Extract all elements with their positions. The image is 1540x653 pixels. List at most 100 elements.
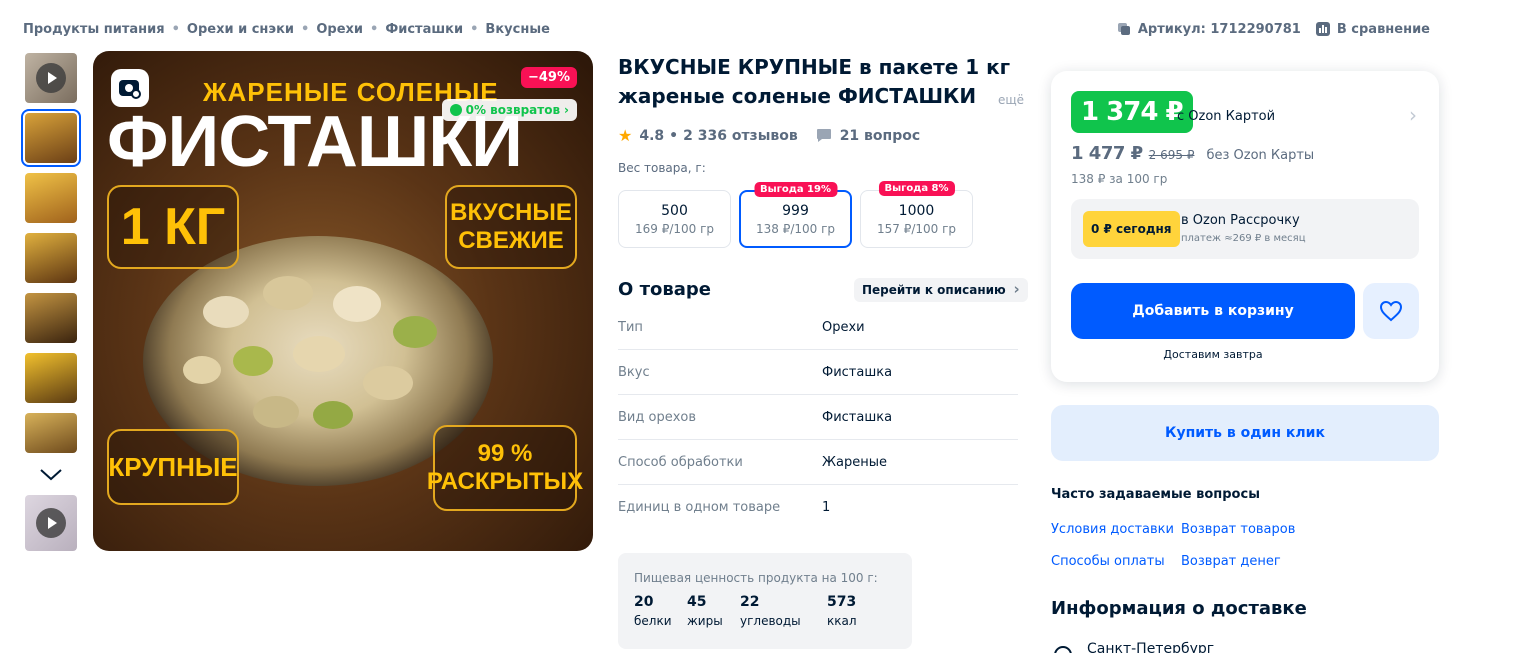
delivery-city[interactable]: Санкт-Петербург [1087, 641, 1214, 653]
sku-copy[interactable]: Артикул: 1712290781 [1116, 21, 1301, 37]
breadcrumb-item[interactable]: Орехи и снэки [187, 22, 294, 37]
regular-price: 1 477 ₽ [1071, 143, 1143, 164]
pistachio-graphic [263, 276, 313, 310]
installment-block[interactable]: 0 ₽ сегодня в Ozon Рассрочку платеж ≈269… [1071, 199, 1419, 259]
pistachio-graphic [253, 396, 299, 428]
nutrition-values: 20 белки 45 жиры 22 углеводы 573 ккал [634, 594, 896, 628]
spec-row: Способ обработки Жареные [618, 440, 1018, 485]
product-title: ВКУСНЫЕ КРУПНЫЕ в пакете 1 кг жареные со… [618, 55, 1011, 108]
nutrition-item: 20 белки [634, 594, 672, 628]
breadcrumb-item[interactable]: Орехи [316, 22, 363, 37]
product-main-image[interactable]: ЖАРЕНЫЕ СОЛЕНЫЕ ФИСТАШКИ 1 КГ ВКУСНЫЕ СВ… [93, 51, 593, 551]
returns-label: 0% возвратов [465, 103, 561, 117]
image-big-box: КРУПНЫЕ [107, 429, 239, 505]
benefit-badge: Выгода 8% [878, 181, 955, 196]
installment-today: 0 ₽ сегодня [1083, 211, 1180, 247]
nutrition-panel: Пищевая ценность продукта на 100 г: 20 б… [618, 553, 912, 649]
image-weight-box: 1 КГ [107, 185, 239, 269]
sku-label: Артикул: 1712290781 [1137, 21, 1301, 37]
spec-row: Единиц в одном товаре 1 [618, 485, 1018, 530]
nutrition-item: 573 ккал [827, 594, 867, 628]
benefit-badge: Выгода 19% [753, 182, 838, 197]
play-icon [36, 63, 66, 93]
nutrition-value: 45 [687, 594, 707, 610]
thumbnail-image[interactable] [25, 173, 77, 223]
thumbnail-video[interactable] [25, 53, 77, 103]
weight-option-selected[interactable]: Выгода 19% 999 138 ₽/100 гр [739, 182, 852, 248]
thumbnail-image[interactable] [25, 353, 77, 403]
faq-link-payment-methods[interactable]: Способы оплаты [1051, 554, 1181, 569]
rating-value: 4.8 [639, 127, 665, 144]
compare-label: В сравнение [1336, 21, 1430, 37]
breadcrumb-item[interactable]: Фисташки [385, 22, 463, 37]
nutrition-item: 45 жиры [687, 594, 723, 628]
weight-option[interactable]: Выгода 8% 1000 157 ₽/100 гр [860, 181, 973, 248]
thumbnail-image[interactable] [25, 293, 77, 343]
rating-separator: • [669, 127, 679, 144]
breadcrumb-separator: • [171, 22, 180, 37]
old-price: 2 695 ₽ [1148, 148, 1195, 162]
spec-key: Тип [618, 319, 643, 335]
faq-title: Часто задаваемые вопросы [1051, 487, 1260, 502]
nutrition-value: 573 [827, 594, 857, 610]
faq-link-refunds[interactable]: Возврат денег [1181, 554, 1311, 569]
breadcrumb-item[interactable]: Вкусные [485, 22, 549, 37]
thumbnail-list [21, 53, 81, 561]
go-to-description-button[interactable]: Перейти к описанию [854, 278, 1028, 302]
thumbnail-image[interactable] [21, 109, 81, 167]
copy-icon [1117, 23, 1130, 35]
breadcrumb-separator: • [301, 22, 310, 37]
photo-search-button[interactable] [111, 69, 149, 107]
chevron-right-icon[interactable]: › [1409, 103, 1417, 127]
thumbnail-image[interactable] [25, 233, 77, 283]
thumbnails-scroll-down[interactable] [23, 463, 79, 487]
spec-row: Тип Орехи [618, 305, 1018, 350]
play-icon [36, 508, 66, 538]
weight-option[interactable]: 500 169 ₽/100 гр [618, 190, 731, 248]
weight-value: 999 [782, 202, 809, 219]
spec-row: Вкус Фисташка [618, 350, 1018, 395]
spec-value: Фисташка [822, 364, 893, 380]
spec-value: Фисташка [822, 409, 893, 425]
buy-one-click-button[interactable]: Купить в один клик [1051, 405, 1439, 461]
nutrition-unit: жиры [687, 614, 723, 628]
title-more-link[interactable]: ещё [992, 93, 1025, 107]
image-open-box: 99 % РАСКРЫТЫХ [427, 425, 583, 511]
compare-button[interactable]: В сравнение [1315, 21, 1430, 37]
nutrition-unit: углеводы [740, 614, 801, 628]
weight-options: 500 169 ₽/100 гр Выгода 19% 999 138 ₽/10… [618, 181, 973, 248]
favorite-button[interactable] [1363, 283, 1419, 339]
spec-key: Способ обработки [618, 454, 743, 470]
installment-title: в Ozon Рассрочку [1181, 213, 1300, 228]
price-card: 1 374 ₽ с Ozon Картой › 1 477 ₽ 2 695 ₽ … [1051, 71, 1439, 382]
faq-link-delivery-terms[interactable]: Условия доставки [1051, 522, 1181, 537]
installment-subtitle: платеж ≈269 ₽ в месяц [1181, 233, 1306, 244]
compare-icon [1315, 22, 1330, 36]
returns-badge[interactable]: 0% возвратов › [441, 99, 577, 121]
weight-price: 169 ₽/100 гр [634, 221, 715, 236]
spec-value: 1 [822, 500, 831, 515]
pistachio-graphic [393, 316, 437, 348]
price-per-unit: 138 ₽ за 100 гр [1071, 172, 1168, 186]
image-fresh-box: ВКУСНЫЕ СВЕЖИЕ [445, 185, 577, 269]
pistachio-graphic [333, 286, 381, 322]
pistachio-graphic [293, 336, 345, 372]
questions-link[interactable]: 21 вопрос [840, 128, 920, 144]
nutrition-unit: ккал [827, 614, 857, 628]
faq-link-returns[interactable]: Возврат товаров [1181, 522, 1311, 537]
pistachio-graphic [313, 401, 353, 429]
breadcrumb-item[interactable]: Продукты питания [23, 22, 165, 37]
add-to-cart-button[interactable]: Добавить в корзину [1071, 283, 1355, 339]
discount-badge: −49% [520, 67, 577, 88]
thumbnail-video[interactable] [25, 495, 77, 551]
nutrition-label: Пищевая ценность продукта на 100 г: [634, 571, 878, 585]
pistachio-graphic [233, 346, 273, 376]
breadcrumb: Продукты питания • Орехи и снэки • Орехи… [23, 22, 550, 37]
camera-search-icon [119, 80, 141, 99]
reviews-link[interactable]: 2 336 отзывов [683, 128, 798, 144]
specs-table: Тип Орехи Вкус Фисташка Вид орехов Фиста… [618, 305, 1018, 530]
breadcrumb-separator: • [470, 22, 479, 37]
rating-row: ★ 4.8 • 2 336 отзывов 21 вопрос [618, 126, 920, 145]
ozon-card-price: 1 374 ₽ [1071, 91, 1193, 133]
thumbnail-image[interactable] [25, 413, 77, 453]
